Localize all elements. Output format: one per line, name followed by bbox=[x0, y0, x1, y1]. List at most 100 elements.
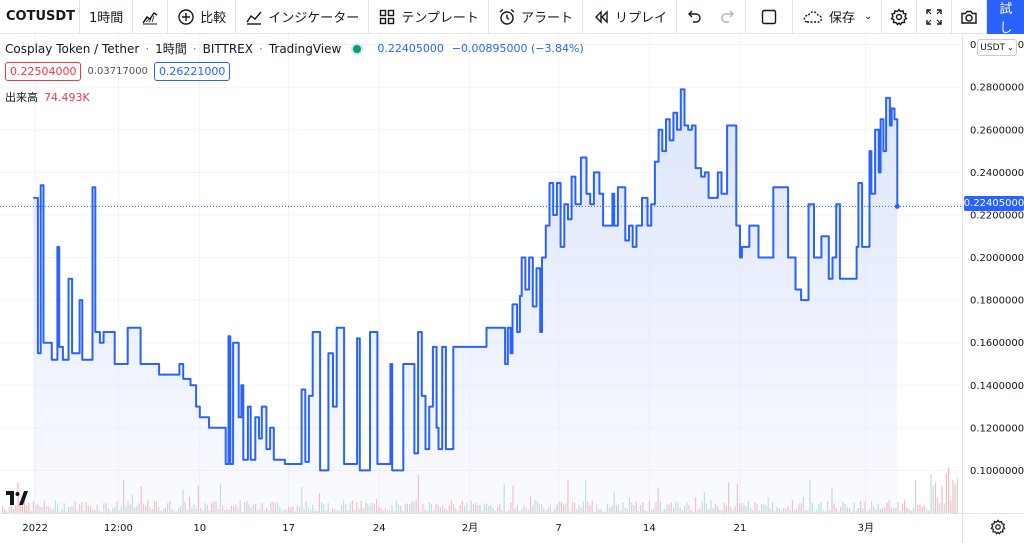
time-tick-label: 2月 bbox=[462, 522, 478, 534]
volume-bar bbox=[952, 479, 954, 513]
volume-bar bbox=[919, 504, 921, 513]
pair-name: Cosplay Token / Tether bbox=[5, 41, 140, 56]
price-tick-label: 0.26000000 bbox=[970, 125, 1024, 136]
compare-button[interactable]: 比較 bbox=[168, 0, 237, 33]
undo-icon bbox=[687, 10, 701, 23]
volume-bar bbox=[897, 502, 899, 513]
volume-bar bbox=[934, 482, 936, 513]
volume-bar bbox=[939, 503, 941, 513]
price-tick-label: 0.18000000 bbox=[970, 296, 1024, 307]
current-price-axis-label: 0.22405000 bbox=[963, 196, 1024, 211]
price-tick-label: 0.24000000 bbox=[970, 168, 1024, 179]
replay-label: リプレイ bbox=[614, 11, 667, 26]
volume-bar bbox=[899, 510, 901, 513]
symbol-search-button[interactable]: COTUSDT bbox=[0, 0, 80, 33]
alarm-clock-icon bbox=[499, 8, 515, 25]
chart-settings-button[interactable] bbox=[882, 0, 918, 33]
grid-icon bbox=[380, 9, 395, 24]
legend-separator: · bbox=[258, 41, 263, 56]
square-icon bbox=[761, 9, 777, 24]
legend-separator: · bbox=[145, 41, 150, 56]
redo-icon bbox=[721, 10, 734, 23]
volume-bar bbox=[908, 508, 910, 513]
volume-bar bbox=[30, 511, 32, 513]
time-tick-label: 12:00 bbox=[104, 523, 133, 534]
screenshot-button[interactable] bbox=[952, 0, 988, 33]
indicators-icon bbox=[246, 11, 262, 25]
bid-ask-row: 0.22504000 0.03717000 0.26221000 bbox=[5, 62, 231, 81]
price-change: −0.00895000 (−3.84%) bbox=[451, 42, 584, 55]
indicators-button[interactable]: インジケーター bbox=[236, 0, 370, 33]
fullscreen-button[interactable] bbox=[917, 0, 953, 33]
alert-label: アラート bbox=[520, 11, 573, 26]
volume-bar bbox=[928, 510, 930, 513]
replay-button[interactable]: リプレイ bbox=[583, 0, 677, 33]
indicators-label: インジケーター bbox=[268, 11, 360, 26]
price-tick-label: 0.14000000 bbox=[970, 381, 1024, 392]
legend-interval: 1時間 bbox=[155, 42, 187, 56]
volume-bar bbox=[943, 503, 945, 513]
volume-bar bbox=[915, 479, 917, 513]
volume-bar bbox=[926, 508, 928, 513]
time-tick-label: 10 bbox=[193, 523, 206, 534]
volume-bar bbox=[921, 506, 923, 513]
volume-bar bbox=[6, 511, 8, 513]
volume-bar bbox=[950, 500, 952, 513]
cloud-icon bbox=[803, 10, 823, 23]
rewind-icon bbox=[594, 9, 608, 24]
volume-bar bbox=[10, 504, 12, 513]
chart-type-button[interactable] bbox=[133, 0, 169, 33]
volume-bar bbox=[904, 500, 906, 513]
axis-settings-gear-icon[interactable] bbox=[990, 519, 1006, 535]
last-point-marker bbox=[894, 203, 900, 209]
undo-button[interactable] bbox=[677, 0, 711, 33]
volume-bar bbox=[945, 473, 947, 513]
save-button[interactable]: 保存 ⌄ bbox=[793, 0, 883, 33]
time-tick-label: 7 bbox=[556, 523, 562, 534]
start-free-trial-button[interactable]: 無料お試しを開始 bbox=[987, 0, 1024, 93]
price-chart[interactable]: 0.10000000 0.12000000 0.14000000 0.16000000… bbox=[0, 34, 1024, 543]
price-tick-label: 0.28000000 bbox=[970, 83, 1024, 94]
time-tick-label: 3月 bbox=[858, 522, 874, 534]
spread-value: 0.03717000 bbox=[87, 66, 148, 77]
tradingview-logo-icon[interactable] bbox=[6, 491, 28, 505]
price-tick-label: 0.22000000 bbox=[970, 210, 1024, 221]
trading-chart-app: COTUSDT 1時間 比較 インジケーター テンプレート アラート リプレイ … bbox=[0, 0, 1024, 543]
volume-bar bbox=[2, 506, 4, 513]
legend-separator: · bbox=[192, 41, 197, 56]
series-legend: Cosplay Token / Tether · 1時間 · BITTREX ·… bbox=[5, 40, 584, 57]
currency-select[interactable]: USDT ⌄ bbox=[977, 39, 1017, 56]
volume-bar bbox=[930, 474, 932, 513]
last-price: 0.22405000 bbox=[377, 42, 444, 55]
gear-icon bbox=[890, 7, 908, 26]
volume-bar bbox=[906, 507, 908, 513]
interval-button[interactable]: 1時間 bbox=[80, 0, 134, 33]
volume-bar bbox=[901, 503, 903, 513]
redo-button[interactable] bbox=[711, 0, 746, 33]
currency-label: USDT bbox=[980, 42, 1006, 53]
volume-bar bbox=[4, 509, 6, 513]
volume-bar bbox=[26, 505, 28, 513]
alert-button[interactable]: アラート bbox=[489, 0, 583, 33]
volume-value: 74.493K bbox=[44, 90, 90, 104]
market-open-status-icon bbox=[353, 44, 362, 53]
price-tick-label: 0.20000000 bbox=[970, 253, 1024, 264]
volume-bar bbox=[956, 478, 958, 513]
templates-button[interactable]: テンプレート bbox=[369, 0, 489, 33]
data-source: TradingView bbox=[268, 41, 342, 56]
volume-bar bbox=[948, 467, 950, 513]
volume-bar bbox=[954, 484, 956, 513]
volume-bar bbox=[21, 505, 23, 513]
compare-label: 比較 bbox=[200, 11, 227, 26]
sell-price-button[interactable]: 0.22504000 bbox=[5, 62, 82, 81]
chevron-down-icon: ⌄ bbox=[863, 11, 873, 22]
templates-label: テンプレート bbox=[401, 11, 479, 26]
buy-price-button[interactable]: 0.26221000 bbox=[153, 62, 231, 81]
fullscreen-layout-button[interactable] bbox=[746, 0, 793, 33]
volume-bar bbox=[941, 486, 943, 513]
time-tick-label: 24 bbox=[373, 523, 386, 534]
exchange-name: BITTREX bbox=[202, 41, 253, 56]
plus-circle-icon bbox=[178, 8, 194, 25]
volume-bar bbox=[937, 497, 939, 513]
volume-bar bbox=[28, 502, 30, 513]
